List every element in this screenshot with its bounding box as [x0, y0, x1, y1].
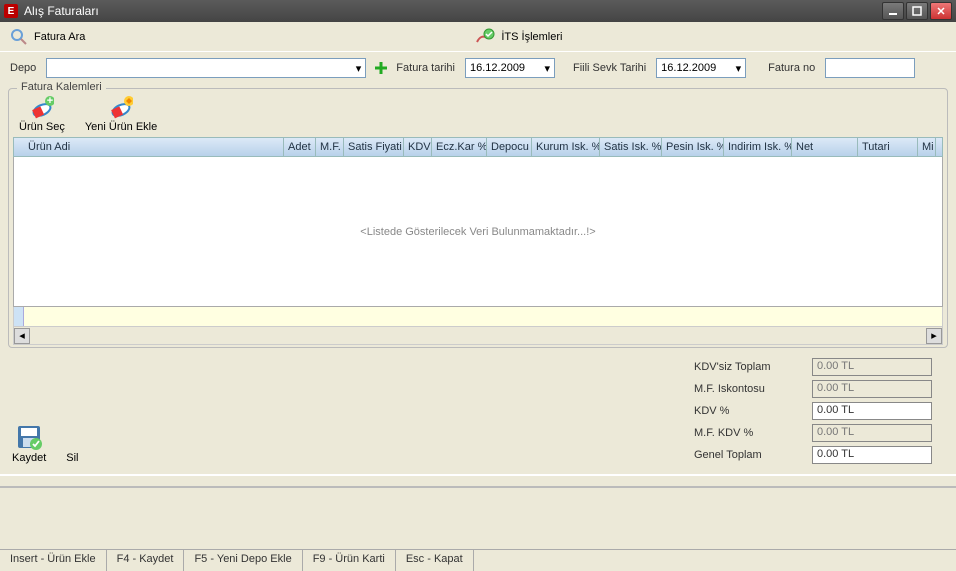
total-label: M.F. KDV %: [694, 427, 804, 439]
total-label: M.F. Iskontosu: [694, 383, 804, 395]
chevron-down-icon: ▾: [352, 62, 362, 75]
column-header[interactable]: Net: [792, 138, 858, 156]
fieldset-legend: Fatura Kalemleri: [17, 81, 106, 93]
save-button[interactable]: Kaydet: [12, 424, 46, 464]
status-cell: F4 - Kaydet: [107, 550, 185, 571]
new-product-button[interactable]: Yeni Ürün Ekle: [85, 95, 157, 133]
app-icon: E: [4, 4, 18, 18]
empty-message: <Listede Gösterilecek Veri Bulunmamaktad…: [360, 226, 595, 238]
minimize-button[interactable]: [882, 2, 904, 20]
total-value: 0.00 TL: [812, 380, 932, 398]
save-label: Kaydet: [12, 452, 46, 464]
column-header[interactable]: Tutari: [858, 138, 918, 156]
title-bar: E Alış Faturaları: [0, 0, 956, 22]
search-invoice-button[interactable]: Fatura Ara: [10, 28, 85, 46]
column-header[interactable]: Kurum Isk. %: [532, 138, 600, 156]
column-header[interactable]: M.F.: [316, 138, 344, 156]
its-operations-button[interactable]: İTS İşlemleri: [475, 28, 562, 46]
total-value: 0.00 TL: [812, 358, 932, 376]
grid-body: <Listede Gösterilecek Veri Bulunmamaktad…: [13, 157, 943, 307]
invoice-no-label: Fatura no: [768, 62, 815, 74]
plus-icon: [373, 60, 389, 76]
total-value[interactable]: 0.00 TL: [812, 446, 932, 464]
ship-date-label: Fiili Sevk Tarihi: [573, 62, 646, 74]
select-product-label: Ürün Seç: [19, 121, 65, 133]
filter-bar: Depo ▾ Fatura tarihi 16.12.2009 ▾ Fiili …: [0, 52, 956, 84]
total-label: KDV %: [694, 405, 804, 417]
column-header[interactable]: Satis Fiyati: [344, 138, 404, 156]
select-product-button[interactable]: + Ürün Seç: [19, 95, 65, 133]
close-button[interactable]: [930, 2, 952, 20]
column-header[interactable]: Ecz.Kar %: [432, 138, 487, 156]
horizontal-scrollbar[interactable]: ◂ ▸: [13, 327, 943, 345]
pill-select-icon: +: [30, 95, 54, 119]
maximize-button[interactable]: [906, 2, 928, 20]
depo-label: Depo: [10, 62, 36, 74]
total-value: 0.00 TL: [812, 424, 932, 442]
search-invoice-label: Fatura Ara: [34, 31, 85, 43]
svg-text:+: +: [47, 95, 53, 107]
status-cell: Insert - Ürün Ekle: [0, 550, 107, 571]
main-toolbar: Fatura Ara İTS İşlemleri: [0, 22, 956, 52]
column-header[interactable]: KDV: [404, 138, 432, 156]
delete-button[interactable]: Sil: [66, 424, 78, 464]
status-bar: Insert - Ürün EkleF4 - KaydetF5 - Yeni D…: [0, 549, 956, 571]
column-header[interactable]: Depocu: [487, 138, 532, 156]
invoice-date-value: 16.12.2009: [470, 62, 525, 74]
status-cell: F5 - Yeni Depo Ekle: [184, 550, 302, 571]
its-operations-label: İTS İşlemleri: [501, 31, 562, 43]
grid-header: Ürün AdiAdetM.F.Satis FiyatiKDVEcz.Kar %…: [13, 137, 943, 157]
column-header[interactable]: Indirim Isk. %: [724, 138, 792, 156]
save-icon: [16, 424, 42, 450]
search-icon: [10, 28, 28, 46]
column-header[interactable]: Satis Isk. %: [600, 138, 662, 156]
invoice-date-dropdown[interactable]: 16.12.2009 ▾: [465, 58, 555, 78]
column-header[interactable]: Pesin Isk. %: [662, 138, 724, 156]
item-toolbar: + Ürün Seç Yeni Ürün Ekle: [13, 93, 943, 137]
totals-area: Kaydet Sil KDV'siz Toplam 0.00 TL M.F. Isk…: [0, 350, 956, 468]
chevron-down-icon: ▾: [540, 62, 550, 75]
invoice-date-label: Fatura tarihi: [396, 62, 455, 74]
its-icon: [475, 28, 495, 46]
column-header[interactable]: Mi: [918, 138, 936, 156]
chevron-down-icon: ▾: [732, 62, 742, 75]
status-cell: F9 - Ürün Karti: [303, 550, 396, 571]
column-header[interactable]: Ürün Adi: [14, 138, 284, 156]
depo-dropdown[interactable]: ▾: [46, 58, 366, 78]
ship-date-value: 16.12.2009: [661, 62, 716, 74]
scroll-right-icon[interactable]: ▸: [926, 328, 942, 344]
total-label: KDV'siz Toplam: [694, 361, 804, 373]
new-product-label: Yeni Ürün Ekle: [85, 121, 157, 133]
divider: [0, 474, 956, 488]
status-cell: Esc - Kapat: [396, 550, 474, 571]
column-header[interactable]: Adet: [284, 138, 316, 156]
total-label: Genel Toplam: [694, 449, 804, 461]
total-value[interactable]: 0.00 TL: [812, 402, 932, 420]
delete-label: Sil: [66, 452, 78, 464]
window-title: Alış Faturaları: [24, 4, 880, 18]
ship-date-dropdown[interactable]: 16.12.2009 ▾: [656, 58, 746, 78]
add-depo-button[interactable]: [372, 59, 390, 77]
items-fieldset: Fatura Kalemleri + Ürün Seç Yeni Ürün Ek…: [8, 88, 948, 348]
pill-new-icon: [109, 95, 133, 119]
grid-filter-row[interactable]: [13, 307, 943, 327]
scroll-left-icon[interactable]: ◂: [14, 328, 30, 344]
invoice-no-input[interactable]: [825, 58, 915, 78]
